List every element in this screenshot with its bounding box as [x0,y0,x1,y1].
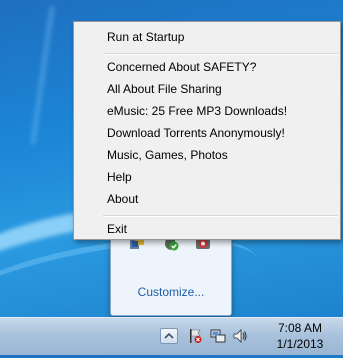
clock-time: 7:08 AM [277,321,323,335]
menu-item-label: Help [107,170,132,184]
volume-icon[interactable] [232,328,248,344]
menu-separator [103,53,338,55]
menu-item-label: All About File Sharing [107,82,222,96]
menu-item-emusic[interactable]: eMusic: 25 Free MP3 Downloads! [74,100,340,122]
menu-item-music-games-photos[interactable]: Music, Games, Photos [74,144,340,166]
menu-item-concerned-about-safety[interactable]: Concerned About SAFETY? [74,56,340,78]
menu-item-label: Download Torrents Anonymously! [107,126,285,140]
menu-item-label: eMusic: 25 Free MP3 Downloads! [107,104,288,118]
menu-separator [103,215,338,217]
menu-item-label: About [107,192,139,206]
menu-item-exit[interactable]: Exit [74,218,340,240]
clock-date: 1/1/2013 [276,337,324,351]
taskbar: 7:08 AM 1/1/2013 [0,317,343,355]
menu-item-help[interactable]: Help [74,166,340,188]
menu-item-download-torrents[interactable]: Download Torrents Anonymously! [74,122,340,144]
tray-context-menu: Run at Startup Concerned About SAFETY? A… [73,21,341,240]
network-icon[interactable] [210,328,226,344]
menu-item-all-about-file-sharing[interactable]: All About File Sharing [74,78,340,100]
menu-item-label: Concerned About SAFETY? [107,60,257,74]
menu-item-run-at-startup[interactable]: Run at Startup [74,26,340,48]
menu-item-label: Exit [107,222,128,236]
menu-item-label: Run at Startup [107,30,185,44]
chevron-up-icon [164,332,174,339]
system-clock[interactable]: 7:08 AM 1/1/2013 [262,320,338,352]
menu-item-label: Music, Games, Photos [107,148,228,162]
customize-link[interactable]: Customize... [111,285,231,299]
menu-item-about[interactable]: About [74,188,340,210]
show-hidden-icons-button[interactable] [160,328,178,344]
action-center-flag-icon[interactable] [187,328,203,344]
wallpaper-streak [30,5,55,145]
